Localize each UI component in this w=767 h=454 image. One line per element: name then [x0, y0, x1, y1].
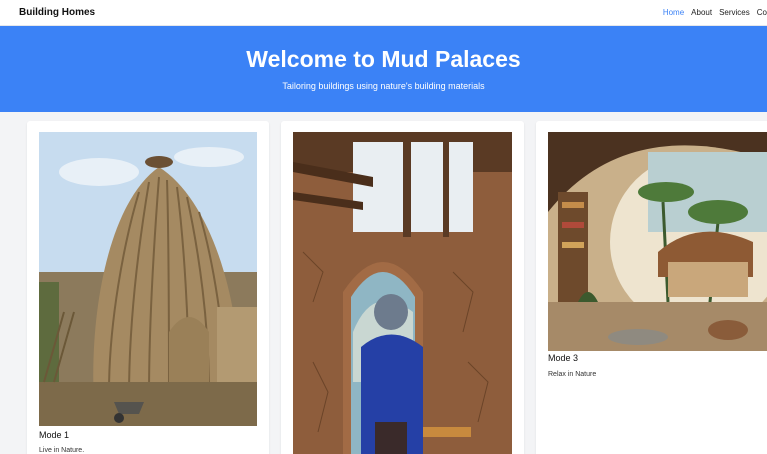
top-navbar: Building Homes Home About Services Co — [0, 0, 767, 26]
hero-title: Welcome to Mud Palaces — [246, 46, 521, 72]
nav-about[interactable]: About — [691, 8, 712, 17]
card-title: Mode 3 — [548, 353, 579, 363]
card-title: Mode 1 — [39, 430, 70, 440]
nav-home[interactable]: Home — [663, 8, 684, 17]
mud-tower-photo — [39, 132, 257, 426]
hero-subtitle: Tailoring buildings using nature's build… — [282, 81, 485, 91]
arched-window-photo — [293, 132, 512, 454]
card-description: Live in Nature. — [39, 447, 85, 454]
round-courtyard-photo — [548, 132, 767, 351]
nav-links: Home About Services Co — [663, 8, 767, 17]
card-description: Relax in Nature — [548, 371, 597, 378]
mode-card-1[interactable]: Mode 1 Live in Nature. — [27, 121, 269, 454]
mode-card-3[interactable]: Mode 3 Relax in Nature — [536, 121, 767, 454]
mode-card-2[interactable] — [281, 121, 524, 454]
nav-services[interactable]: Services — [719, 8, 750, 17]
hero-banner: Welcome to Mud Palaces Tailoring buildin… — [0, 26, 767, 112]
brand-logo[interactable]: Building Homes — [19, 7, 95, 18]
nav-contact[interactable]: Co — [757, 8, 767, 17]
